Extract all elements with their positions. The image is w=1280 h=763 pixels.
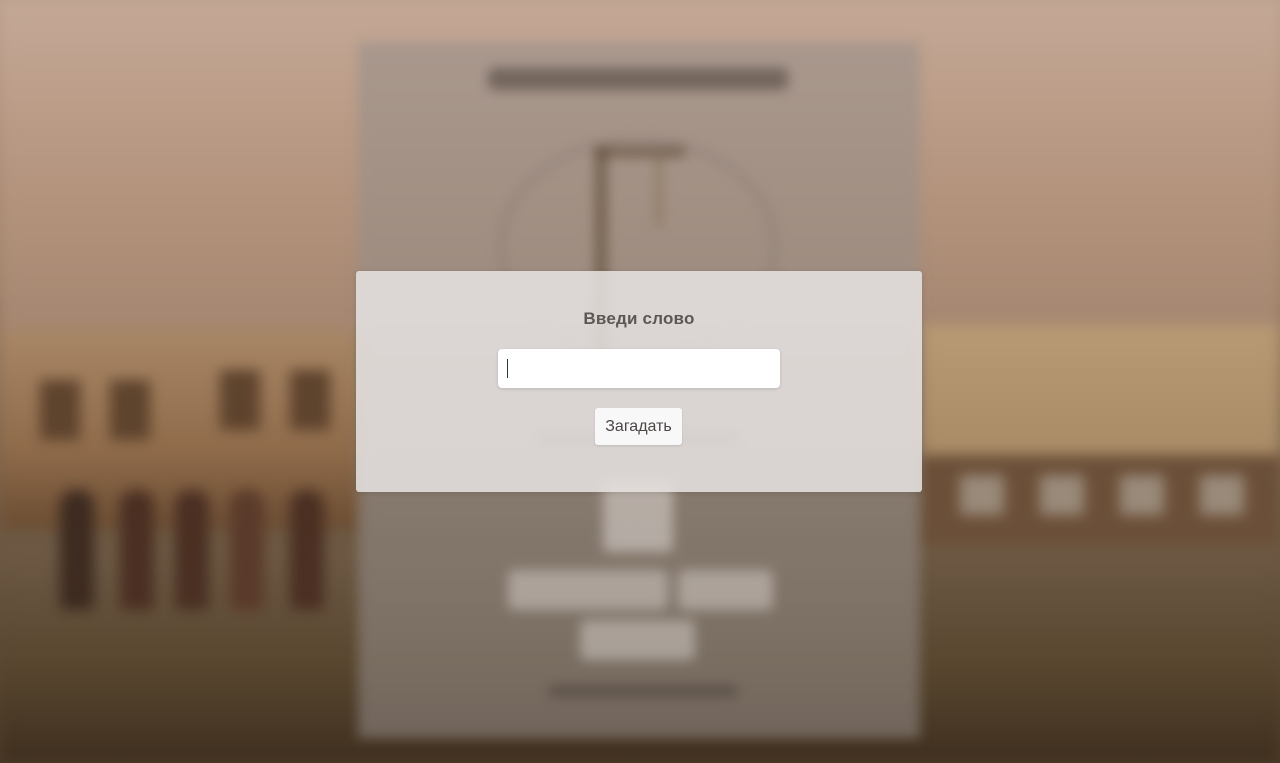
game-title-blurred [488,68,788,90]
background-sign [1120,475,1164,515]
background-window [220,370,260,430]
background-building-right [920,325,1280,455]
background-person [175,490,209,610]
background-window [110,380,150,440]
background-sign [960,475,1004,515]
letter-slot-blurred [603,482,673,552]
modal-title: Введи слово [583,309,695,328]
button-blurred [580,620,695,660]
word-input[interactable] [498,349,780,388]
background-person [230,490,264,610]
gallows-rope-blurred [656,157,662,227]
background-person [120,490,154,610]
button-blurred [678,570,773,610]
background-window [40,380,80,440]
background-window [290,370,330,430]
gallows-beam-blurred [595,147,685,157]
background-person [60,490,94,610]
footer-text-blurred [548,686,738,696]
submit-word-button[interactable]: Загадать [595,408,682,445]
background-sign [1200,475,1244,515]
text-cursor [507,359,508,378]
button-blurred [508,570,668,610]
background-sign [1040,475,1084,515]
background-shops-right [920,455,1280,545]
background-person [290,490,324,610]
enter-word-modal: Введи слово Загадать [356,271,922,492]
